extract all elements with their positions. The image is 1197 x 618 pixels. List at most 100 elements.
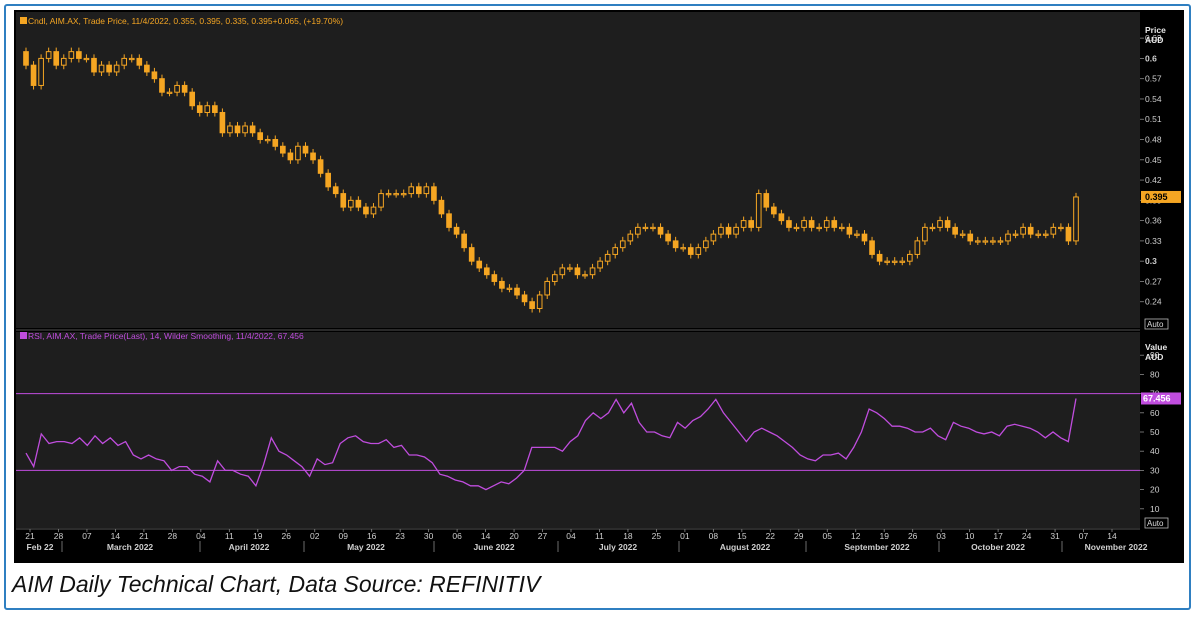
price-tick-label: 0.45	[1145, 155, 1162, 165]
x-day-label: 15	[737, 531, 747, 541]
candle-body	[876, 253, 883, 262]
candle-body	[68, 51, 75, 59]
candle-body	[922, 226, 928, 242]
candle-body	[53, 51, 60, 66]
candle-body	[499, 280, 505, 289]
candle-body	[959, 233, 966, 236]
candle-body	[529, 301, 535, 309]
candle-body	[929, 226, 936, 230]
candle-body	[680, 247, 687, 250]
candle-body	[944, 220, 951, 228]
x-day-label: 07	[82, 531, 92, 541]
candle-body	[1005, 233, 1011, 242]
candle-body	[393, 193, 399, 196]
candle-body	[869, 240, 875, 255]
candle-body	[574, 267, 581, 276]
candle-body	[325, 172, 331, 188]
candle-body	[317, 159, 324, 174]
figure-caption: AIM Daily Technical Chart, Data Source: …	[12, 571, 541, 597]
candle-body	[703, 240, 709, 249]
rsi-auto-button[interactable]: Auto	[1144, 517, 1169, 529]
x-day-label: 11	[595, 531, 604, 541]
candle-body	[1042, 233, 1049, 236]
x-day-label: 12	[851, 531, 861, 541]
candle-body	[189, 91, 196, 107]
price-tick-label: 0.36	[1145, 216, 1162, 226]
x-day-label: 25	[652, 531, 662, 541]
x-day-label: 17	[993, 531, 1003, 541]
candle-body	[786, 220, 792, 228]
candle-body	[536, 294, 543, 309]
x-month-label: May 2022	[347, 542, 385, 552]
candle-body	[453, 226, 460, 235]
x-day-label: 07	[1079, 531, 1089, 541]
x-day-label: 24	[1022, 531, 1032, 541]
candle-body	[884, 260, 890, 263]
candle-body	[974, 240, 981, 243]
candle-body	[642, 226, 649, 230]
candle-body	[718, 226, 724, 235]
x-day-label: 21	[139, 531, 149, 541]
candle-body	[1073, 196, 1079, 242]
candle-body	[151, 71, 158, 80]
candle-body	[363, 206, 369, 215]
candle-body	[567, 267, 573, 270]
candle-body	[1050, 226, 1057, 235]
price-axis-title-1: Price	[1145, 25, 1166, 35]
candle-body	[196, 105, 203, 113]
candle-body	[899, 260, 906, 263]
candle-body	[793, 226, 800, 230]
candle-body	[982, 240, 989, 243]
candle-body	[476, 260, 483, 269]
x-month-label: July 2022	[599, 542, 638, 552]
candle-body	[952, 226, 958, 235]
price-tick-label: 0.27	[1145, 276, 1162, 286]
candle-body	[589, 267, 596, 276]
x-day-label: 03	[936, 531, 946, 541]
candle-body	[823, 220, 830, 228]
candle-body	[831, 220, 838, 228]
candle-body	[219, 111, 226, 134]
rsi-tick-label: 20	[1150, 485, 1160, 495]
candle-body	[801, 220, 807, 228]
candle-body	[385, 193, 392, 196]
upper-legend: Cndl, AIM.AX, Trade Price, 11/4/2022, 0.…	[28, 16, 343, 26]
price-auto-button[interactable]: Auto	[1144, 318, 1169, 330]
price-panel	[16, 12, 1140, 328]
candle-body	[906, 253, 913, 262]
candle-body	[166, 91, 173, 94]
price-tick-label: 0.48	[1145, 135, 1162, 145]
candle-body	[816, 226, 822, 230]
candle-body	[431, 186, 437, 201]
candle-body	[997, 240, 1004, 243]
candle-body	[1065, 226, 1072, 242]
candle-body	[30, 64, 37, 86]
candle-body	[665, 233, 671, 242]
rsi-tick-label: 80	[1150, 369, 1160, 379]
x-day-label: 28	[168, 531, 178, 541]
price-tick-label: 0.33	[1145, 236, 1162, 246]
price-tick-label: 0.51	[1145, 114, 1162, 124]
rsi-legend-swatch	[20, 332, 27, 339]
rsi-tick-label: 40	[1150, 446, 1160, 456]
x-day-label: 27	[538, 531, 548, 541]
x-month-label: October 2022	[971, 542, 1025, 552]
candle-body	[45, 51, 52, 59]
candle-body	[347, 199, 354, 208]
x-day-label: 20	[509, 531, 519, 541]
candle-legend-swatch	[20, 17, 27, 24]
candle-body	[461, 233, 467, 249]
candle-body	[83, 57, 90, 61]
x-day-label: 14	[481, 531, 491, 541]
candle-body	[408, 186, 415, 195]
price-tick-label: 0.42	[1145, 175, 1162, 185]
candle-body	[506, 287, 513, 290]
candle-body	[846, 226, 853, 235]
candle-body	[559, 267, 566, 276]
x-day-label: 23	[395, 531, 405, 541]
x-month-label: April 2022	[229, 542, 270, 552]
x-day-label: 04	[196, 531, 206, 541]
price-tick-label: 0.54	[1145, 94, 1162, 104]
price-axis-title-2: AUD	[1145, 35, 1163, 45]
price-auto-label: Auto	[1147, 320, 1164, 329]
